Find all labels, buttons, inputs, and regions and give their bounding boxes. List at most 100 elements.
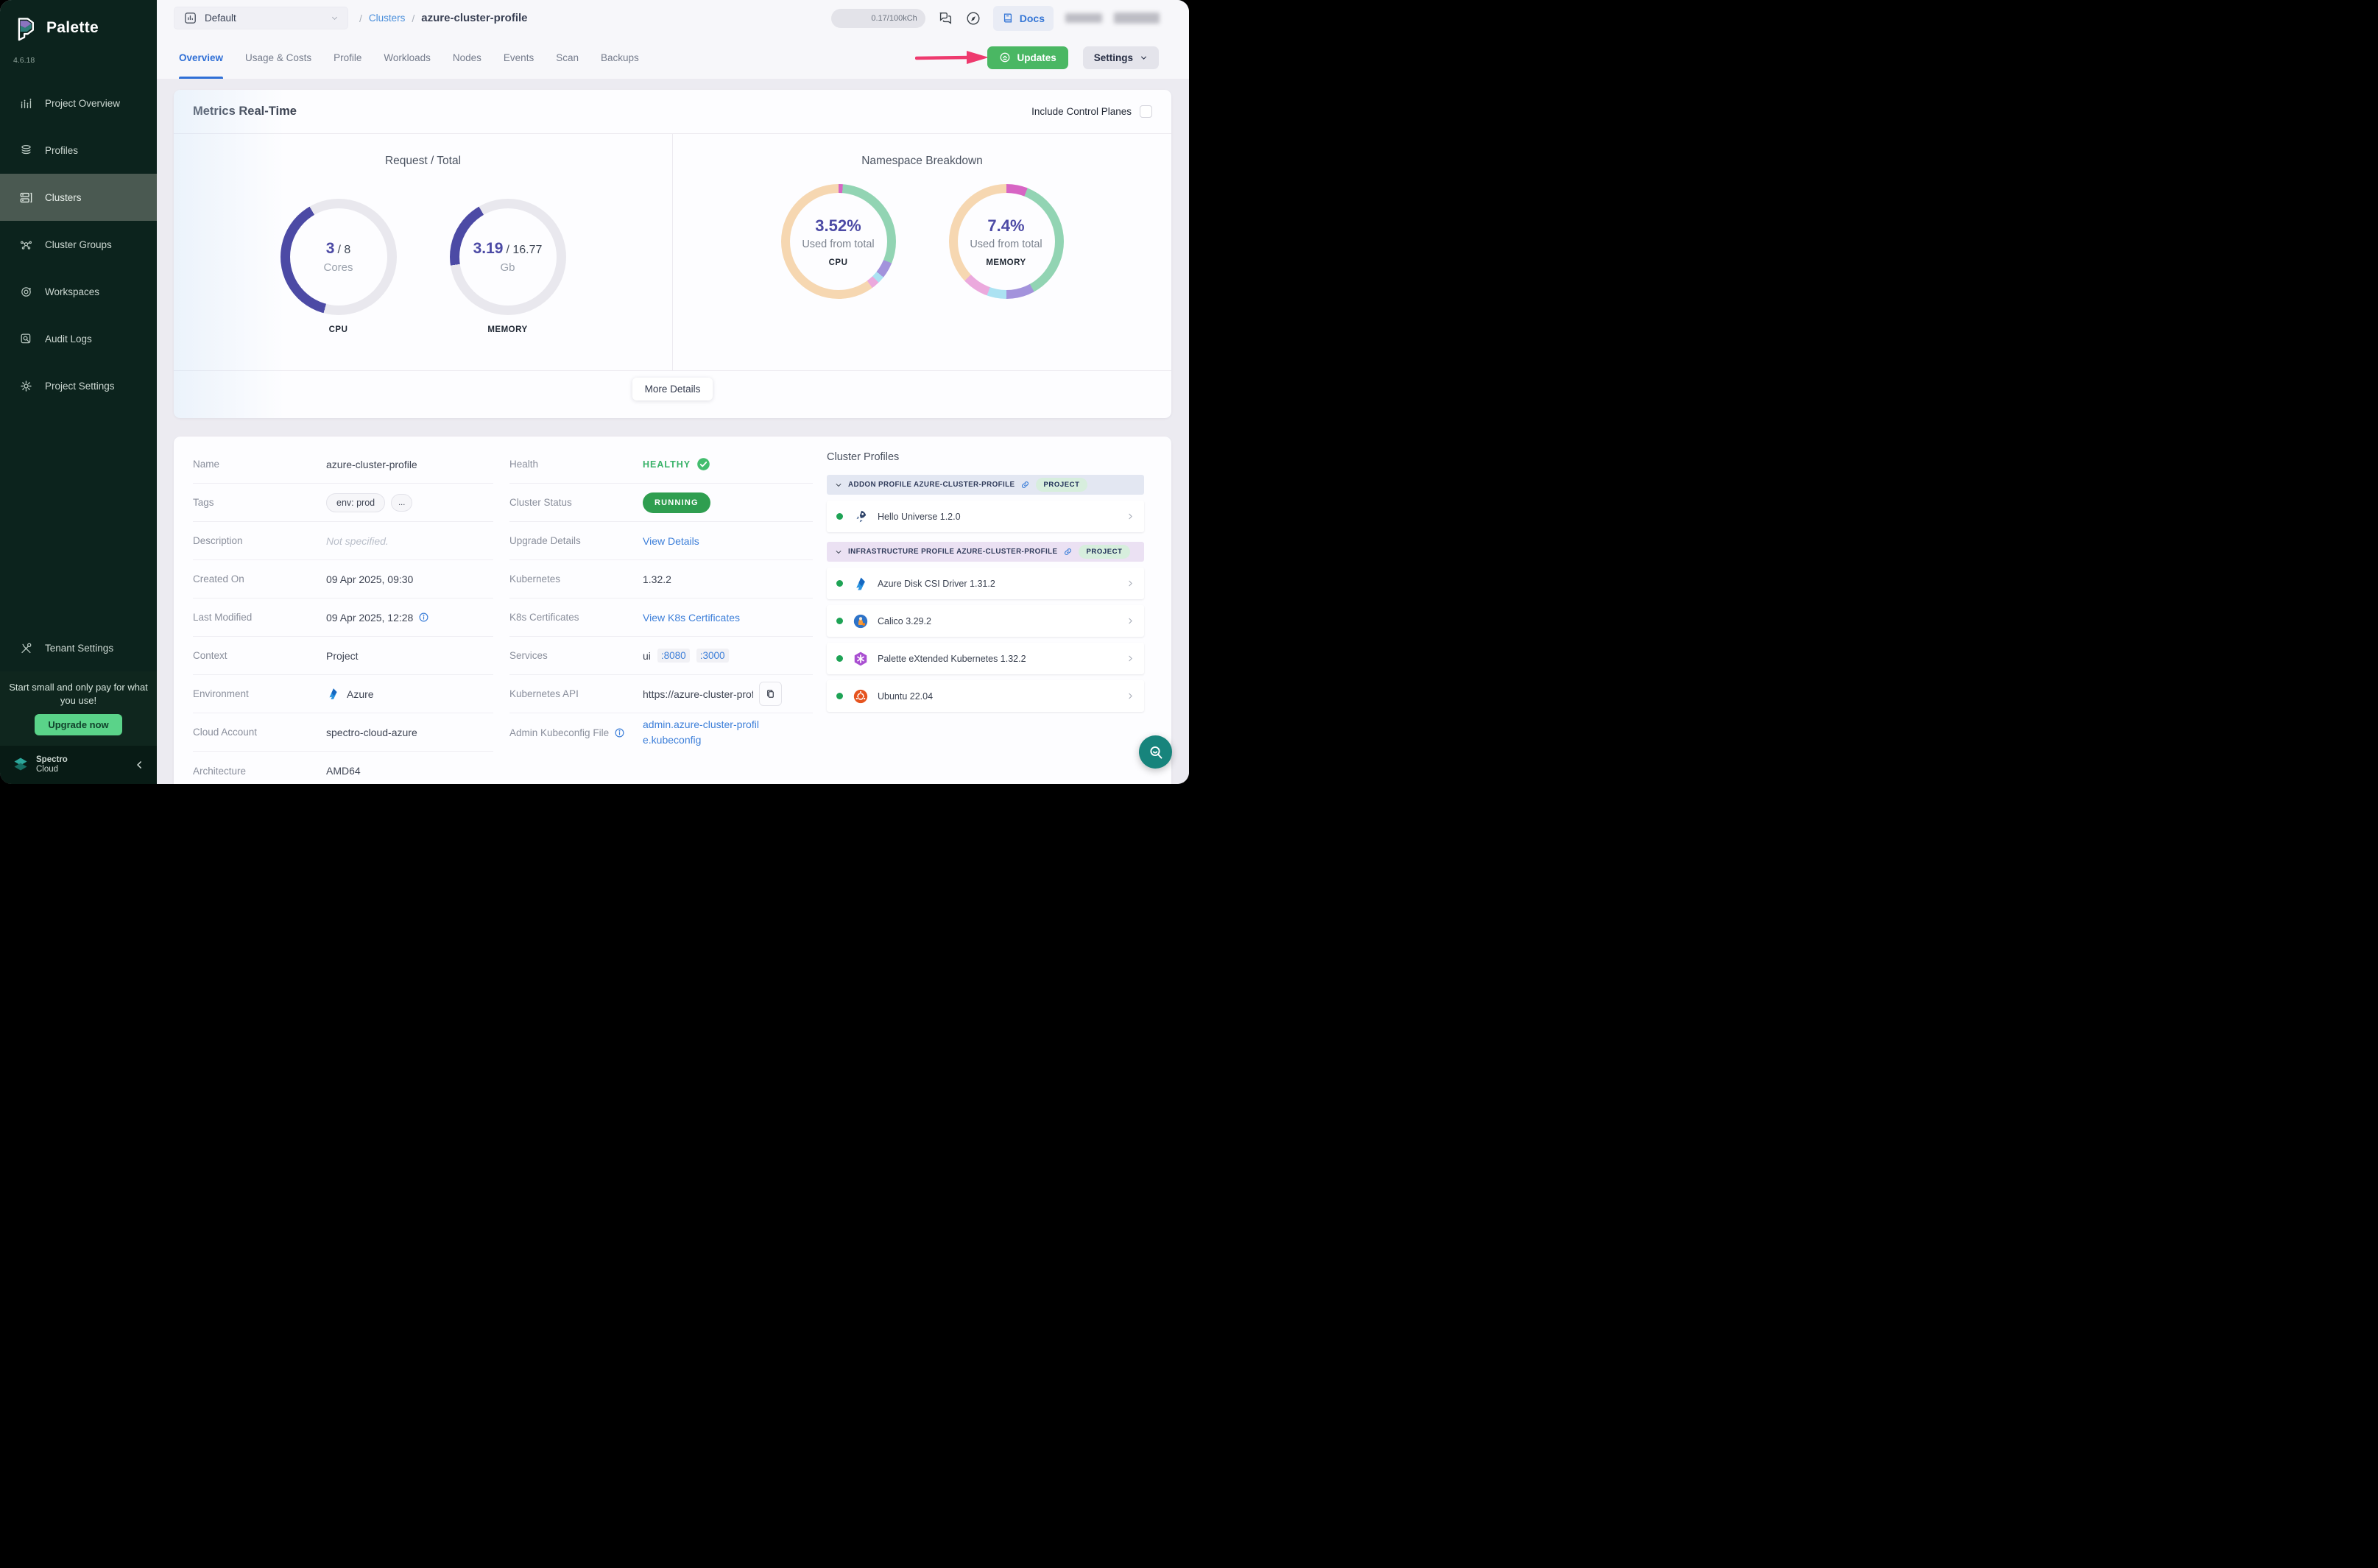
detail-row-environment: EnvironmentAzure <box>193 675 493 713</box>
pack-health-dot <box>836 693 843 699</box>
detail-value: Not specified. <box>326 535 389 547</box>
app-version: 4.6.18 <box>13 56 35 65</box>
detail-label-text: Last Modified <box>193 612 252 623</box>
namespace-donut-cpu: 3.52%Used from totalCPU <box>781 184 896 299</box>
tabs: Overview Usage & Costs Profile Workloads Nod… <box>179 36 661 79</box>
detail-label: Environment <box>193 688 326 699</box>
namespace-title: Namespace Breakdown <box>861 155 983 168</box>
cluster-status-badge: RUNNING <box>643 492 710 513</box>
profile-group-header[interactable]: INFRASTRUCTURE PROFILE AZURE-CLUSTER-PRO… <box>827 542 1144 562</box>
redacted-account-menu[interactable] <box>1114 13 1160 24</box>
tab-events[interactable]: Events <box>504 36 534 79</box>
service-name: ui <box>643 650 651 662</box>
docs-button[interactable]: Docs <box>993 6 1054 31</box>
namespace-donut-memory: 7.4%Used from totalMEMORY <box>949 184 1064 299</box>
donut-label: CPU <box>329 325 348 334</box>
sidebar-item-audit-logs[interactable]: Audit Logs <box>0 315 157 362</box>
detail-label-text: Admin Kubeconfig File <box>509 727 609 738</box>
sidebar-item-project-settings[interactable]: Project Settings <box>0 362 157 409</box>
donut-unit: Gb <box>500 261 515 274</box>
request-donut-memory: 3.19/ 16.77GbMEMORY <box>450 199 566 334</box>
donut-percentage: 7.4% <box>987 216 1024 236</box>
project-scope-badge: PROJECT <box>1036 478 1087 492</box>
pack-row[interactable]: Calico 3.29.2 <box>827 605 1144 637</box>
detail-link[interactable]: View Details <box>643 535 699 547</box>
updates-button[interactable]: Updates <box>987 46 1068 69</box>
service-port-link[interactable]: :3000 <box>696 649 729 663</box>
tab-workloads[interactable]: Workloads <box>384 36 431 79</box>
request-total-title: Request / Total <box>385 155 461 168</box>
tab-usage-costs[interactable]: Usage & Costs <box>245 36 311 79</box>
detail-label: Context <box>193 650 326 661</box>
detail-value: spectro-cloud-azure <box>326 727 417 738</box>
cluster-profiles-panel: Cluster Profiles ADDON PROFILE AZURE-CLU… <box>827 445 1144 718</box>
chevron-down-icon <box>835 481 842 489</box>
detail-value-text: spectro-cloud-azure <box>326 727 417 738</box>
detail-row-upgrade-details: Upgrade DetailsView Details <box>509 522 813 560</box>
detail-value: View Details <box>643 535 699 547</box>
top-bar-right: 0.17/100kCh Docs <box>831 6 1160 31</box>
layers-icon <box>19 144 33 158</box>
logo: Palette <box>0 0 157 41</box>
detail-row-description: DescriptionNot specified. <box>193 522 493 560</box>
kubernetes-api-url: https://azure-cluster-profile... <box>643 688 753 700</box>
breadcrumb-clusters-link[interactable]: Clusters <box>369 13 406 24</box>
compass-icon[interactable] <box>965 10 981 27</box>
upgrade-now-button[interactable]: Upgrade now <box>35 714 121 735</box>
profile-group-header[interactable]: ADDON PROFILE AZURE-CLUSTER-PROFILEPROJE… <box>827 475 1144 495</box>
details-left-column: Nameazure-cluster-profileTagsenv: prod..… <box>193 445 493 784</box>
metrics-footer: More Details <box>174 370 1171 400</box>
detail-label-text: Services <box>509 650 548 661</box>
search-fab-button[interactable] <box>1139 735 1172 769</box>
tab-overview[interactable]: Overview <box>179 36 223 79</box>
detail-row-last-modified: Last Modified09 Apr 2025, 12:28 <box>193 598 493 637</box>
include-control-planes-checkbox[interactable] <box>1140 105 1152 118</box>
service-port-link[interactable]: :8080 <box>657 649 690 663</box>
sidebar-item-tenant-settings[interactable]: Tenant Settings <box>0 624 157 671</box>
sidebar-item-clusters[interactable]: Clusters <box>0 174 157 221</box>
sidebar-item-label: Project Overview <box>45 98 120 109</box>
tab-scan[interactable]: Scan <box>556 36 579 79</box>
palette-logo-icon <box>12 15 38 41</box>
detail-link[interactable]: View K8s Certificates <box>643 612 740 624</box>
sidebar-collapse-icon[interactable] <box>135 760 145 770</box>
tag-pill[interactable]: env: prod <box>326 493 385 512</box>
more-details-button[interactable]: More Details <box>632 378 713 400</box>
pack-row[interactable]: Ubuntu 22.04 <box>827 680 1144 712</box>
sidebar-item-cluster-groups[interactable]: Cluster Groups <box>0 221 157 268</box>
pack-row[interactable]: Azure Disk CSI Driver 1.31.2 <box>827 568 1144 599</box>
sidebar-nav: Project Overview ProfilesClustersCluster … <box>0 80 157 409</box>
donut-percentage: 3.52% <box>815 216 861 236</box>
project-selector-value: Default <box>205 13 236 24</box>
detail-label: Cluster Status <box>509 497 643 508</box>
detail-label: Kubernetes <box>509 573 643 585</box>
detail-value: azure-cluster-profile <box>326 459 417 470</box>
detail-value: env: prod... <box>326 493 418 512</box>
detail-label: Services <box>509 650 643 661</box>
sidebar-item-label: Audit Logs <box>45 333 92 345</box>
detail-row-services: Services ui :8080 :3000 <box>509 637 813 675</box>
pack-row[interactable]: Palette eXtended Kubernetes 1.32.2 <box>827 643 1144 674</box>
detail-label: K8s Certificates <box>509 612 643 623</box>
project-scope-badge: PROJECT <box>1079 545 1129 559</box>
detail-label: Name <box>193 459 326 470</box>
bar-chart-icon <box>19 96 33 110</box>
settings-button[interactable]: Settings <box>1083 46 1159 69</box>
kubeconfig-link[interactable]: admin.azure-cluster-profile.kubeconfig <box>643 717 761 748</box>
palette-app-window: Palette 4.6.18 Project OverviewProfilesC… <box>0 0 1189 784</box>
pack-row[interactable]: Hello Universe 1.2.0 <box>827 501 1144 532</box>
tab-backups[interactable]: Backups <box>601 36 639 79</box>
sidebar-item-profiles[interactable]: Profiles <box>0 127 157 174</box>
tab-profile[interactable]: Profile <box>334 36 361 79</box>
sidebar-item-workspaces[interactable]: Workspaces <box>0 268 157 315</box>
tag-pill[interactable]: ... <box>391 494 412 512</box>
sidebar-item-project-overview[interactable]: Project Overview <box>0 80 157 127</box>
main-area: Default / Clusters / azure-cluster-profi… <box>157 0 1189 784</box>
info-icon[interactable] <box>418 612 429 623</box>
tab-nodes[interactable]: Nodes <box>453 36 481 79</box>
detail-value: View K8s Certificates <box>643 612 740 624</box>
chat-icon[interactable] <box>937 10 953 27</box>
detail-label: Description <box>193 535 326 546</box>
copy-button[interactable] <box>759 682 782 706</box>
project-selector[interactable]: Default <box>174 7 348 29</box>
